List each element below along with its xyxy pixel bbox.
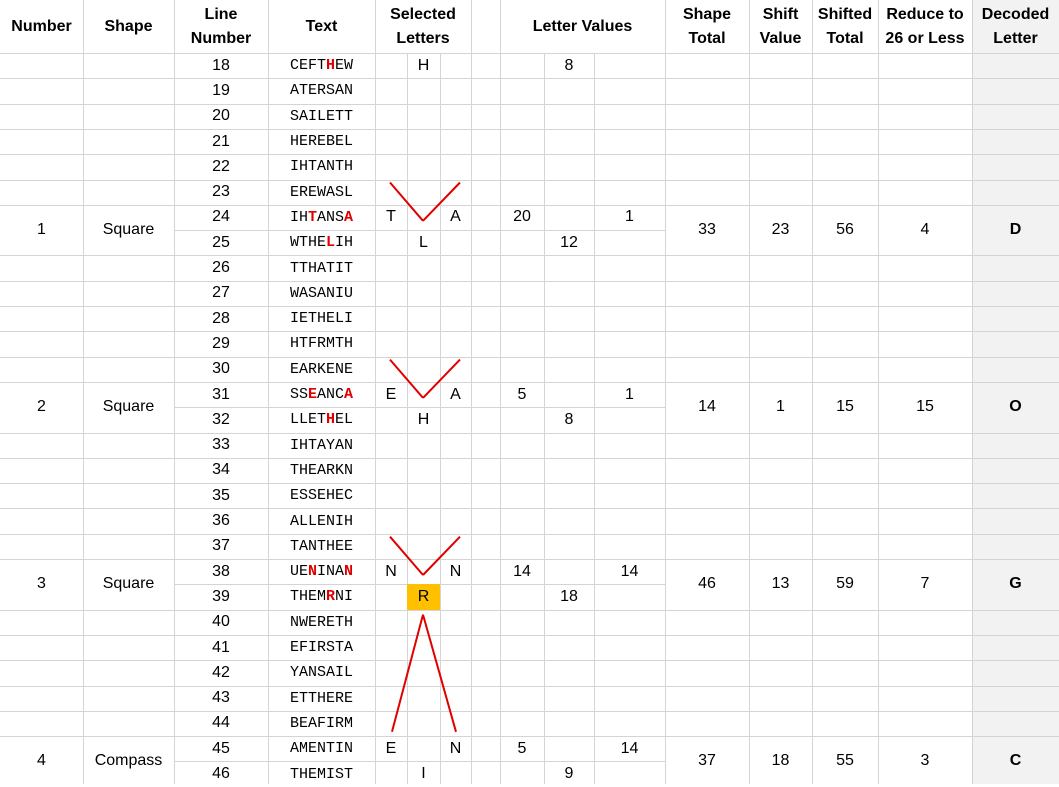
square-v-lines-2-right xyxy=(422,358,461,399)
square-v-lines-3-left xyxy=(389,536,424,576)
square-v-lines-1-right xyxy=(422,181,461,222)
compass-line-left xyxy=(391,614,424,733)
square-v-lines-1-left xyxy=(389,181,424,222)
compass-line-right xyxy=(422,614,457,733)
shape-lines-layer xyxy=(389,181,461,733)
square-v-lines-2-left xyxy=(389,358,424,399)
spreadsheet[interactable]: Number Shape Line Number Text Selected Letters… xyxy=(0,0,1059,784)
square-v-lines-3-right xyxy=(422,536,461,576)
